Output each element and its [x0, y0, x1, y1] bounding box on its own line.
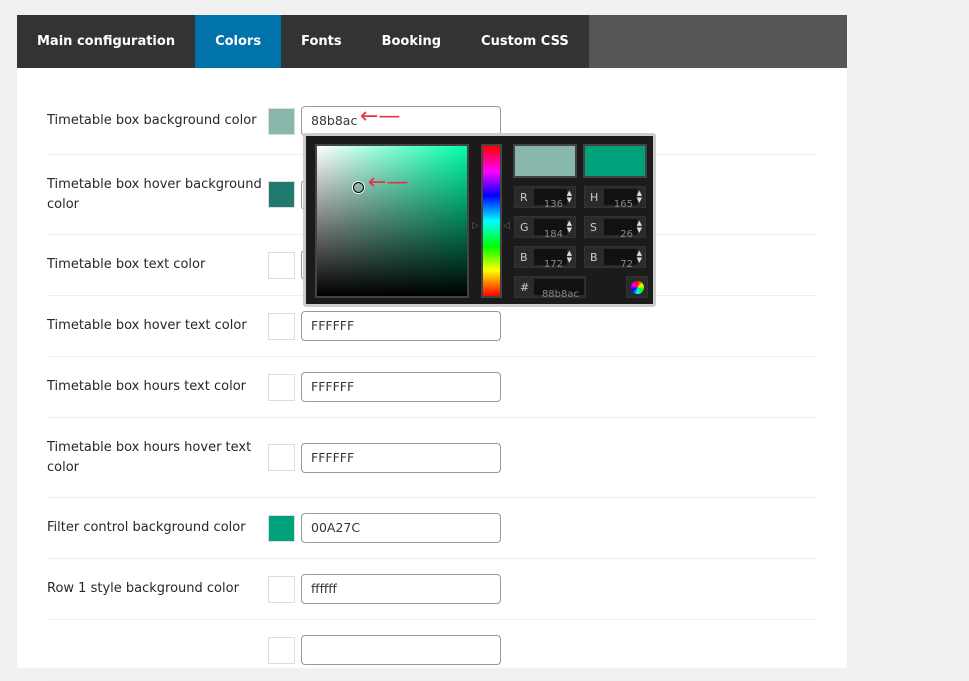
- picker-handle[interactable]: [353, 182, 364, 193]
- hue-marker-left-icon[interactable]: ▷: [472, 221, 479, 231]
- color-swatch[interactable]: [268, 575, 295, 603]
- green-value: 184: [543, 229, 563, 240]
- color-setting-row: Row 1 style background color ffffff: [47, 559, 817, 620]
- color-swatch[interactable]: [268, 251, 295, 279]
- blue-value: 172: [543, 259, 563, 270]
- spinner-icon[interactable]: ▲ ▼: [637, 250, 642, 264]
- color-swatch[interactable]: [268, 107, 295, 135]
- saturation-brightness-area[interactable]: [315, 144, 469, 298]
- hex-field[interactable]: #88b8ac: [514, 276, 586, 300]
- spinner-icon[interactable]: ▲ ▼: [567, 190, 572, 204]
- brightness-label: B: [590, 251, 598, 264]
- tab-custom-css[interactable]: Custom CSS: [461, 15, 589, 68]
- saturation-value: 26: [620, 229, 633, 240]
- green-label: G: [520, 221, 529, 234]
- brightness-field[interactable]: B 72 ▲ ▼: [584, 246, 646, 270]
- setting-label: Timetable box hours hover text color: [47, 439, 252, 475]
- spinner-icon[interactable]: ▲ ▼: [637, 190, 642, 204]
- current-color-preview[interactable]: [583, 144, 647, 178]
- color-hex-value: 00A27C: [311, 520, 361, 535]
- color-hex-input[interactable]: [301, 635, 501, 665]
- color-hex-value: FFFFFF: [311, 379, 355, 394]
- blue-field[interactable]: B 172 ▲ ▼: [514, 246, 576, 270]
- annotation-arrow-icon: ←—: [360, 104, 401, 129]
- blue-label: B: [520, 251, 528, 264]
- color-setting-row: [47, 620, 817, 681]
- color-hex-value: FFFFFF: [311, 318, 355, 333]
- color-hex-value: ffffff: [311, 581, 337, 596]
- setting-label: Timetable box text color: [47, 257, 206, 272]
- color-wheel-button[interactable]: [626, 276, 648, 298]
- red-label: R: [520, 191, 528, 204]
- hue-value: 165: [613, 199, 633, 210]
- color-hex-input[interactable]: 00A27C: [301, 513, 501, 543]
- hue-field[interactable]: H 165 ▲ ▼: [584, 186, 646, 210]
- spinner-icon[interactable]: ▲ ▼: [637, 220, 642, 234]
- color-hex-value: FFFFFF: [311, 449, 355, 465]
- hex-label: #: [520, 281, 530, 294]
- color-setting-row: Timetable box hours hover text color FFF…: [47, 418, 817, 498]
- color-setting-row: Filter control background color 00A27C: [47, 498, 817, 559]
- spinner-icon[interactable]: ▲ ▼: [567, 250, 572, 264]
- setting-label: Timetable box hours text color: [47, 379, 246, 394]
- color-swatch[interactable]: [268, 181, 295, 208]
- setting-label: Timetable box hover background color: [47, 176, 262, 212]
- color-hex-input[interactable]: FFFFFF: [301, 442, 501, 473]
- hue-marker-right-icon[interactable]: ◁: [503, 221, 510, 231]
- setting-label: Filter control background color: [47, 520, 246, 535]
- setting-label: Row 1 style background color: [47, 581, 239, 596]
- saturation-field[interactable]: S 26 ▲ ▼: [584, 216, 646, 240]
- color-wheel-icon: [631, 281, 644, 294]
- color-swatch[interactable]: [268, 312, 295, 340]
- color-swatch[interactable]: [268, 514, 295, 542]
- color-swatch[interactable]: [268, 373, 295, 401]
- tab-colors[interactable]: Colors: [195, 15, 282, 68]
- red-field[interactable]: R 136 ▲ ▼: [514, 186, 576, 210]
- green-field[interactable]: G 184 ▲ ▼: [514, 216, 576, 240]
- saturation-label: S: [590, 221, 597, 234]
- color-picker[interactable]: ←— ▷ ◁ R 136 ▲ ▼ H 165 ▲ ▼ G 184 ▲ ▼ S 26 ▲ ▼ B 172 ▲ ▼…: [303, 133, 656, 307]
- color-swatch[interactable]: [268, 444, 295, 471]
- red-value: 136: [543, 199, 563, 210]
- color-setting-row: Timetable box hours text color FFFFFF: [47, 357, 817, 418]
- hue-label: H: [590, 191, 599, 204]
- setting-label: Timetable box background color: [47, 113, 257, 128]
- tab-main-configuration[interactable]: Main configuration: [17, 15, 195, 68]
- tab-booking[interactable]: Booking: [362, 15, 461, 68]
- annotation-arrow-icon: ←—: [368, 170, 409, 195]
- tab-bar: Main configuration Colors Fonts Booking Cust…: [17, 15, 847, 68]
- color-hex-input[interactable]: ffffff: [301, 574, 501, 604]
- color-hex-input[interactable]: FFFFFF: [301, 372, 501, 402]
- spinner-icon[interactable]: ▲ ▼: [567, 220, 572, 234]
- color-hex-input[interactable]: 88b8ac: [301, 106, 501, 136]
- setting-label: Timetable box hover text color: [47, 318, 247, 333]
- color-hex-value: 88b8ac: [311, 113, 358, 128]
- tab-fonts[interactable]: Fonts: [281, 15, 362, 68]
- hex-value: 88b8ac: [541, 289, 579, 300]
- new-color-preview: [513, 144, 577, 178]
- color-hex-input[interactable]: FFFFFF: [301, 311, 501, 341]
- hue-slider[interactable]: [481, 144, 502, 298]
- brightness-value: 72: [620, 259, 633, 270]
